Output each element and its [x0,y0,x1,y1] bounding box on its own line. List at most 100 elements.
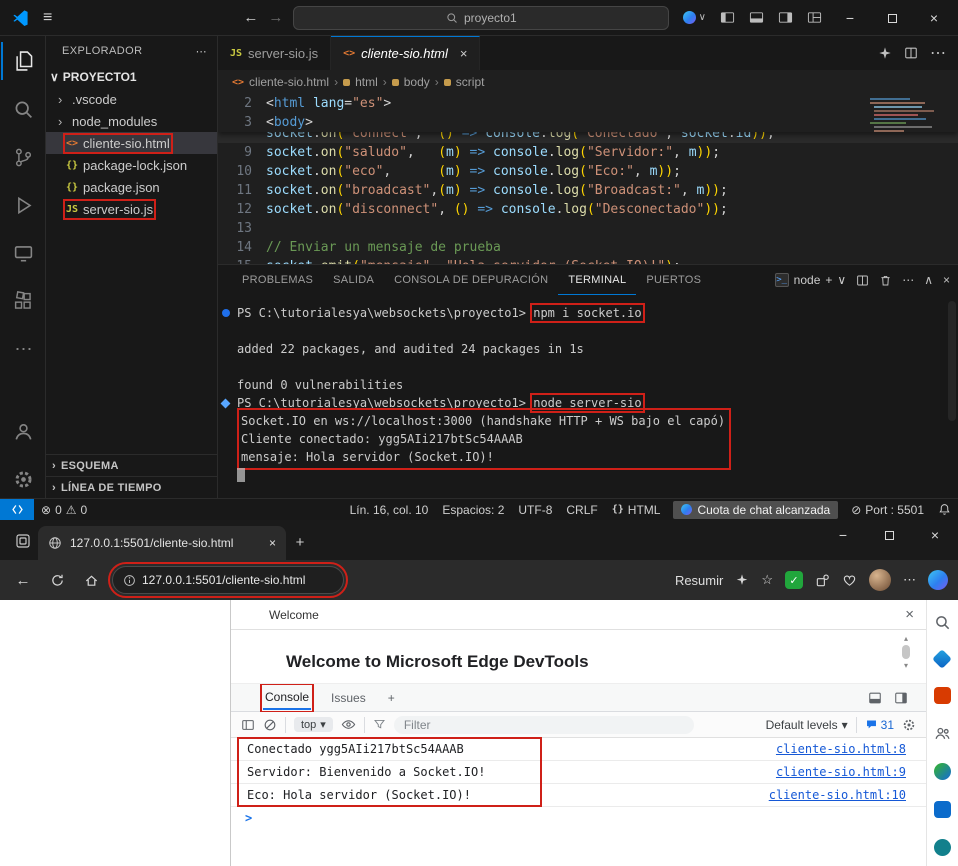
customize-layout-icon[interactable] [807,10,822,25]
dock-bottom-icon[interactable] [868,691,882,705]
minimap[interactable] [868,96,946,136]
tab-terminal[interactable]: TERMINAL [558,266,636,295]
browser-tab[interactable]: 127.0.0.1:5501/cliente-sio.html × [38,526,286,560]
sidebar-drop-icon[interactable] [932,649,952,669]
breadcrumb-body[interactable]: body [404,75,430,89]
source-control-icon[interactable] [1,138,45,176]
sidebar-people-icon[interactable] [934,725,951,742]
settings-more-icon[interactable]: ⋯ [903,572,916,588]
close-icon[interactable]: × [460,46,468,61]
maximize-button[interactable] [878,10,906,26]
toggle-sidebar-icon[interactable] [720,10,735,25]
add-tab-icon[interactable]: + [386,687,397,709]
sidebar-tool-icon-7[interactable] [934,839,951,856]
breadcrumb-script[interactable]: script [456,75,485,89]
timeline-section[interactable]: ›LÍNEA DE TIEMPO [46,476,217,498]
source-link[interactable]: cliente-sio.html:8 [776,742,926,756]
console-message-row[interactable]: Servidor: Bienvenido a Socket.IO! client… [231,761,926,784]
eye-icon[interactable] [341,717,356,732]
notifications-bell-icon[interactable] [931,503,958,516]
clear-console-icon[interactable] [263,718,277,732]
settings-gear-icon[interactable] [1,460,45,498]
remote-explorer-icon[interactable] [1,234,45,272]
explorer-root-folder[interactable]: ∨ PROYECTO1 [46,66,217,88]
breadcrumb-file[interactable]: cliente-sio.html [249,75,329,89]
live-server-port[interactable]: ⊘Port : 5501 [844,503,931,517]
console-sidebar-icon[interactable] [241,718,255,732]
extensions-puzzle-icon[interactable] [815,573,830,588]
sidebar-tool-icon-5[interactable] [934,763,951,780]
outline-section[interactable]: ›ESQUEMA [46,454,217,476]
copilot-sparkle-icon[interactable] [878,46,892,60]
maximize-panel-icon[interactable]: ∧ [924,273,933,287]
tab-console[interactable]: Console [263,686,311,710]
tab-cliente-sio[interactable]: <> cliente-sio.html × [331,36,480,70]
minimize-button[interactable]: − [820,520,866,550]
source-link[interactable]: cliente-sio.html:10 [769,788,926,802]
language-mode[interactable]: {}HTML [605,503,668,517]
breadcrumb-html[interactable]: html [355,75,378,89]
menu-icon[interactable]: ≡ [43,9,52,27]
devtools-settings-gear-icon[interactable] [902,718,916,732]
scrollbar-thumb[interactable] [902,645,910,659]
info-icon[interactable] [123,574,136,587]
extensions-icon[interactable] [1,282,45,320]
source-link[interactable]: cliente-sio.html:9 [776,765,926,779]
eol-sequence[interactable]: CRLF [559,503,604,517]
code-editor[interactable]: 2<html lang="es">3<body> socket.on("conn… [218,94,958,264]
sidebar-search-icon[interactable] [934,614,951,631]
explorer-more-icon[interactable]: ⋯ [196,45,207,58]
remote-indicator[interactable] [0,499,34,521]
devtools-welcome-tab[interactable]: Welcome [269,608,319,622]
terminal[interactable]: PS C:\tutorialesya\websockets\proyecto1>… [218,295,958,498]
copilot-menu-icon[interactable]: ∨ [683,11,706,24]
sidebar-m365-icon[interactable] [934,687,951,704]
address-bar[interactable]: 127.0.0.1:5501/cliente-sio.html [112,566,344,594]
run-debug-icon[interactable] [1,186,45,224]
close-button[interactable]: × [920,10,948,26]
toggle-panel-icon[interactable] [749,10,764,25]
split-editor-icon[interactable] [904,46,918,60]
explorer-item-vscode[interactable]: ›.vscode [46,88,217,110]
tab-problems[interactable]: PROBLEMAS [232,266,323,295]
chevron-down-icon[interactable]: ∨ [837,273,846,287]
encoding[interactable]: UTF-8 [511,503,559,517]
copilot-icon[interactable] [928,570,948,590]
favorites-star-icon[interactable]: ☆ [761,572,773,588]
new-tab-button[interactable]: + [286,528,314,556]
refresh-icon[interactable] [44,567,70,593]
forward-icon[interactable]: → [268,9,283,26]
new-terminal-icon[interactable]: + [825,273,832,287]
explorer-item-node-modules[interactable]: ›node_modules [46,110,217,132]
explorer-icon[interactable] [1,42,45,80]
back-icon[interactable]: ← [10,567,36,593]
devtools-scrollbar[interactable]: ▴ ▾ [900,634,912,680]
tab-actions-icon[interactable] [8,526,38,556]
console-filter-input[interactable] [394,716,694,734]
explorer-item-package-lock[interactable]: {}package-lock.json [46,154,217,176]
issues-counter[interactable]: 31 [865,718,894,732]
summarize-icon[interactable] [735,573,749,587]
browser-essentials-icon[interactable] [842,573,857,588]
maximize-button[interactable] [866,520,912,550]
sidebar-tool-icon-6[interactable] [934,801,951,818]
close-tab-icon[interactable]: × [269,536,276,550]
terminal-scrollbar[interactable] [948,301,956,421]
explorer-item-cliente-sio[interactable]: <>cliente-sio.html [46,132,217,154]
search-view-icon[interactable] [1,90,45,128]
problems-status[interactable]: ⊗0 ⚠0 [34,503,94,517]
toggle-secondary-sidebar-icon[interactable] [778,10,793,25]
default-levels-dropdown[interactable]: Default levels▾ [766,718,848,732]
context-selector[interactable]: top▾ [294,717,333,732]
close-panel-icon[interactable]: × [943,273,950,287]
dock-side-icon[interactable] [894,691,908,705]
cursor-position[interactable]: Lín. 16, col. 10 [343,503,436,517]
account-icon[interactable] [1,412,45,450]
console-message-row[interactable]: Eco: Hola servidor (Socket.IO)! cliente-… [231,784,926,807]
terminal-more-icon[interactable]: ⋯ [902,273,914,287]
more-views-icon[interactable]: ⋯ [1,330,45,368]
split-terminal-icon[interactable] [856,274,869,287]
command-center-search[interactable]: proyecto1 [293,6,669,30]
shell-selector[interactable]: >_ node + ∨ [775,273,847,287]
tab-server-sio[interactable]: JS server-sio.js [218,36,331,70]
